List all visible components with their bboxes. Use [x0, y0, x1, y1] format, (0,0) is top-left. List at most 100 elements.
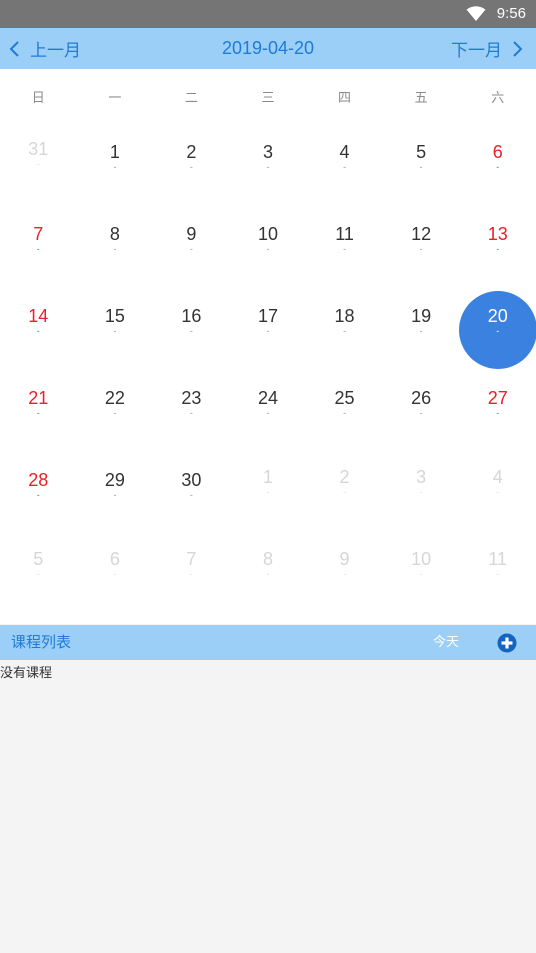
day-marker: -	[36, 490, 40, 500]
day-number: 21	[28, 388, 49, 408]
day-cell[interactable]: 1-	[77, 128, 154, 210]
today-button[interactable]: 今天	[433, 625, 459, 660]
status-bar: 9:56	[0, 0, 536, 28]
day-marker: -	[419, 569, 423, 579]
day-marker: -	[36, 326, 40, 336]
weekday-label: 六	[491, 91, 505, 106]
day-cell[interactable]: 27-	[459, 374, 536, 456]
day-cell[interactable]: 29-	[77, 456, 154, 538]
day-number: 20	[487, 306, 508, 326]
day-cell[interactable]: 11-	[459, 538, 536, 620]
day-cell[interactable]: 23-	[153, 374, 230, 456]
day-number: 31	[28, 139, 49, 159]
day-cell[interactable]: 7-	[0, 210, 77, 292]
prev-month-button[interactable]: 上一月	[8, 28, 81, 69]
day-cell[interactable]: 28-	[0, 456, 77, 538]
day-cell[interactable]: 17-	[230, 292, 307, 374]
weekday-label: 三	[261, 91, 275, 106]
day-cell[interactable]: 31-	[0, 128, 77, 210]
day-cell[interactable]: 11-	[306, 210, 383, 292]
day-number: 9	[186, 224, 197, 244]
day-number: 2	[186, 142, 197, 162]
day-marker: -	[343, 244, 347, 254]
day-marker: -	[266, 569, 270, 579]
day-cell[interactable]: 18-	[306, 292, 383, 374]
day-marker: -	[343, 569, 347, 579]
day-number: 9	[339, 549, 350, 569]
day-cell[interactable]: 4-	[306, 128, 383, 210]
day-marker: -	[343, 326, 347, 336]
day-cell[interactable]: 21-	[0, 374, 77, 456]
day-cell[interactable]: 8-	[77, 210, 154, 292]
day-cell[interactable]: 3-	[230, 128, 307, 210]
day-number: 8	[109, 224, 120, 244]
day-cell[interactable]: 3-	[383, 456, 460, 538]
day-cell[interactable]: 14-	[0, 292, 77, 374]
day-cell[interactable]: 5-	[383, 128, 460, 210]
day-cell[interactable]: 8-	[230, 538, 307, 620]
chevron-right-icon	[513, 40, 523, 57]
day-number: 30	[181, 470, 202, 490]
day-cell[interactable]: 26-	[383, 374, 460, 456]
day-marker: -	[266, 408, 270, 418]
day-number: 1	[262, 467, 273, 487]
day-number: 3	[416, 467, 427, 487]
day-cell[interactable]: 12-	[383, 210, 460, 292]
day-number: 15	[104, 306, 125, 326]
day-cell[interactable]: 10-	[383, 538, 460, 620]
day-number: 26	[411, 388, 432, 408]
selected-day-cell[interactable]: 20-	[458, 291, 536, 374]
day-number: 16	[181, 306, 202, 326]
day-number: 4	[492, 467, 503, 487]
day-number: 5	[416, 142, 427, 162]
day-marker: -	[189, 408, 193, 418]
day-marker: -	[266, 487, 270, 497]
day-cell[interactable]: 10-	[230, 210, 307, 292]
day-marker: -	[496, 326, 500, 336]
calendar: 日 一 二 三 四 五 六 31-1-2-3-4-5-6-7-8-9-10-11…	[0, 69, 536, 624]
day-number: 6	[492, 142, 503, 162]
day-cell[interactable]: 13-	[459, 210, 536, 292]
day-cell[interactable]: 16-	[153, 292, 230, 374]
day-cell[interactable]: 1-	[230, 456, 307, 538]
day-cell[interactable]: 2-	[153, 128, 230, 210]
weekday-row: 日 一 二 三 四 五 六	[0, 87, 536, 111]
day-cell[interactable]: 6-	[77, 538, 154, 620]
chevron-left-icon	[9, 40, 19, 57]
day-marker: -	[113, 490, 117, 500]
add-circle-icon[interactable]	[497, 633, 517, 653]
day-cell[interactable]: 4-	[459, 456, 536, 538]
day-cell[interactable]: 9-	[153, 210, 230, 292]
day-cell[interactable]: 2-	[306, 456, 383, 538]
day-number: 19	[411, 306, 432, 326]
day-number: 10	[411, 549, 432, 569]
day-cell[interactable]: 24-	[230, 374, 307, 456]
day-cell[interactable]: 22-	[77, 374, 154, 456]
day-number: 25	[334, 388, 355, 408]
day-cell[interactable]: 9-	[306, 538, 383, 620]
day-marker: -	[36, 244, 40, 254]
day-marker: -	[266, 326, 270, 336]
weekday-label: 四	[338, 91, 352, 106]
day-marker: -	[419, 162, 423, 172]
day-number: 7	[33, 224, 44, 244]
weekday-label: 日	[31, 91, 45, 106]
day-marker: -	[189, 490, 193, 500]
day-cell[interactable]: 5-	[0, 538, 77, 620]
status-time: 9:56	[496, 5, 526, 22]
next-month-button[interactable]: 下一月	[451, 28, 524, 69]
day-marker: -	[343, 408, 347, 418]
day-marker: -	[113, 408, 117, 418]
day-cell[interactable]: 30-	[153, 456, 230, 538]
day-cell[interactable]: 25-	[306, 374, 383, 456]
day-marker: -	[496, 244, 500, 254]
day-cell[interactable]: 19-	[383, 292, 460, 374]
day-cell[interactable]: 7-	[153, 538, 230, 620]
day-marker: -	[419, 326, 423, 336]
day-number: 11	[488, 549, 508, 569]
day-cell[interactable]: 15-	[77, 292, 154, 374]
day-number: 7	[186, 549, 197, 569]
day-cell[interactable]: 6-	[459, 128, 536, 210]
day-marker: -	[266, 162, 270, 172]
day-marker: -	[36, 159, 40, 169]
